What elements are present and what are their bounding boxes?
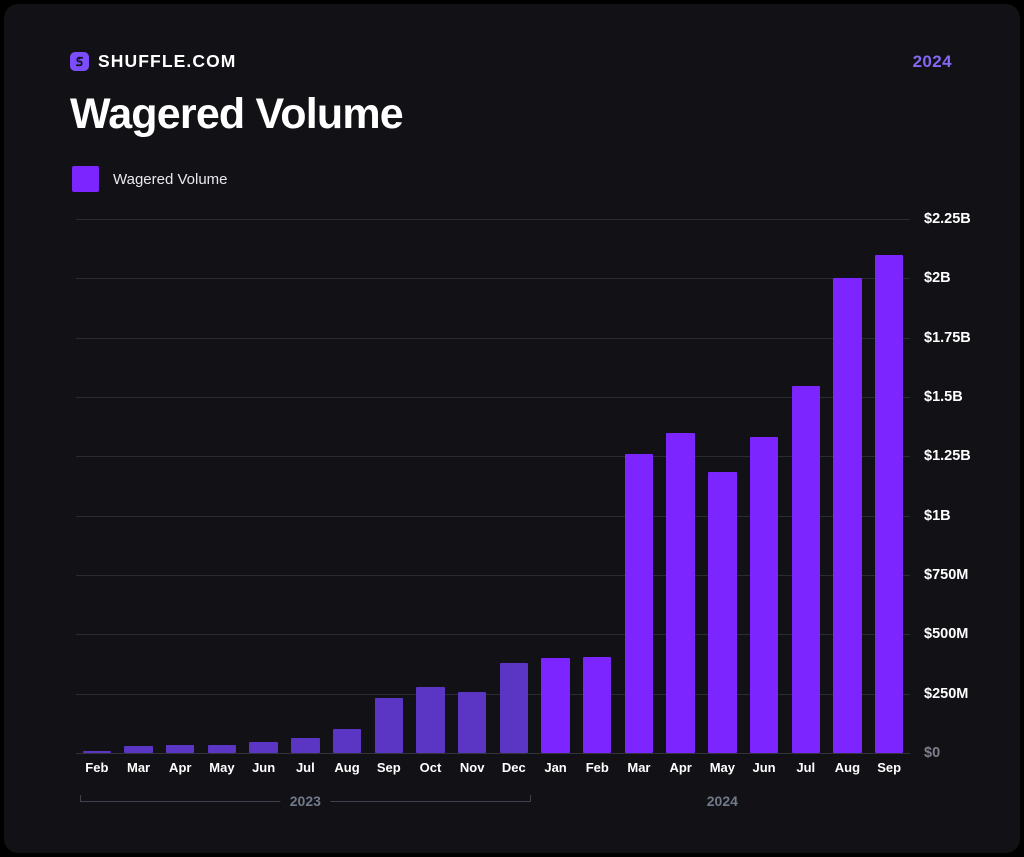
- bar-series: [76, 219, 910, 753]
- group-bracket-tick: [529, 795, 531, 802]
- y-axis-tick-label: $1.25B: [924, 448, 971, 465]
- x-axis-tick-label: Apr: [669, 760, 692, 775]
- chart-legend: Wagered Volume: [72, 166, 228, 192]
- chart-card: SHUFFLE.COM 2024 Wagered Volume Wagered …: [4, 4, 1020, 853]
- y-axis-tick-label: $1.5B: [924, 389, 963, 405]
- bar[interactable]: [583, 657, 612, 753]
- bar[interactable]: [166, 744, 195, 753]
- x-axis-tick-label: Sep: [376, 760, 401, 775]
- x-axis-tick-label: May: [209, 760, 235, 775]
- group-bracket-tick: [80, 795, 81, 802]
- x-axis-tick-label: Nov: [459, 760, 485, 775]
- x-axis-tick-label: Mar: [627, 760, 651, 775]
- page-title: Wagered Volume: [70, 90, 404, 138]
- x-axis-tick-label: Jul: [295, 760, 315, 775]
- y-axis-tick-label: $0: [924, 745, 941, 761]
- x-axis-tick-label: May: [709, 760, 735, 775]
- gridline: [76, 753, 910, 754]
- x-axis-tick-label: Feb: [585, 760, 609, 775]
- legend-label: Wagered Volume: [113, 170, 228, 188]
- year-badge: 2024: [912, 52, 952, 71]
- y-axis-tick-label: $2B: [924, 270, 951, 287]
- x-axis-tick-label: Mar: [126, 760, 151, 775]
- brand-name: SHUFFLE.COM: [98, 51, 237, 71]
- bar[interactable]: [249, 742, 278, 753]
- x-axis-tick-label: Aug: [834, 760, 861, 775]
- bar[interactable]: [291, 737, 320, 753]
- bar[interactable]: [82, 751, 112, 753]
- bar[interactable]: [124, 745, 153, 753]
- y-axis-tick-label: $1.75B: [924, 329, 971, 346]
- bar[interactable]: [332, 729, 362, 753]
- x-axis-tick-label: Oct: [419, 760, 442, 775]
- bar[interactable]: [791, 386, 820, 753]
- x-axis-tick-label: Jun: [252, 760, 276, 775]
- bar[interactable]: [499, 663, 529, 753]
- plot-area: [76, 219, 910, 754]
- group-bracket-line: [80, 801, 306, 802]
- shuffle-logo-icon: [70, 52, 89, 71]
- bar[interactable]: [624, 453, 654, 753]
- group-label: 2024: [697, 792, 747, 811]
- y-axis-tick-label: $1B: [924, 507, 951, 524]
- x-axis-tick-label: Jun: [752, 760, 776, 775]
- bar[interactable]: [708, 471, 737, 753]
- y-axis-tick-label: $2.25B: [924, 211, 971, 227]
- bar[interactable]: [874, 254, 904, 753]
- y-axis-tick-label: $500M: [924, 626, 969, 643]
- y-axis-labels: $2.25B $2B $1.75B $1.5B $1.25B $1B $750M $500M $…: [918, 211, 1018, 761]
- x-axis-tick-label: Aug: [334, 760, 360, 775]
- bar[interactable]: [541, 658, 570, 753]
- bar[interactable]: [833, 278, 862, 753]
- bar[interactable]: [457, 692, 487, 753]
- bar[interactable]: [374, 697, 403, 753]
- x-axis-tick-label: Sep: [877, 760, 902, 775]
- x-axis-tick-label: Feb: [85, 760, 109, 775]
- y-axis-tick-label: $250M: [924, 685, 969, 702]
- x-axis-group: 2024: [539, 792, 906, 818]
- x-axis-tick-label: Apr: [169, 760, 192, 775]
- group-label: 2023: [280, 792, 330, 811]
- x-axis-groups: 2023 2024: [76, 792, 910, 818]
- x-axis-group: 2023: [80, 792, 531, 818]
- bar[interactable]: [749, 437, 779, 753]
- group-bracket-line: [305, 801, 531, 802]
- brand-logo: SHUFFLE.COM: [70, 51, 236, 72]
- x-axis-labels: Feb Mar Apr May Jun Jul Aug Sep Oct Nov Dec Jan Feb M…: [76, 760, 910, 780]
- y-axis-tick-label: $750M: [924, 567, 969, 583]
- legend-swatch: [72, 166, 99, 192]
- bar[interactable]: [207, 745, 237, 753]
- x-axis-tick-label: Jan: [544, 760, 567, 775]
- x-axis-tick-label: Dec: [501, 760, 526, 775]
- bar[interactable]: [416, 686, 445, 753]
- x-axis-tick-label: Jul: [796, 760, 816, 775]
- bar[interactable]: [666, 432, 695, 753]
